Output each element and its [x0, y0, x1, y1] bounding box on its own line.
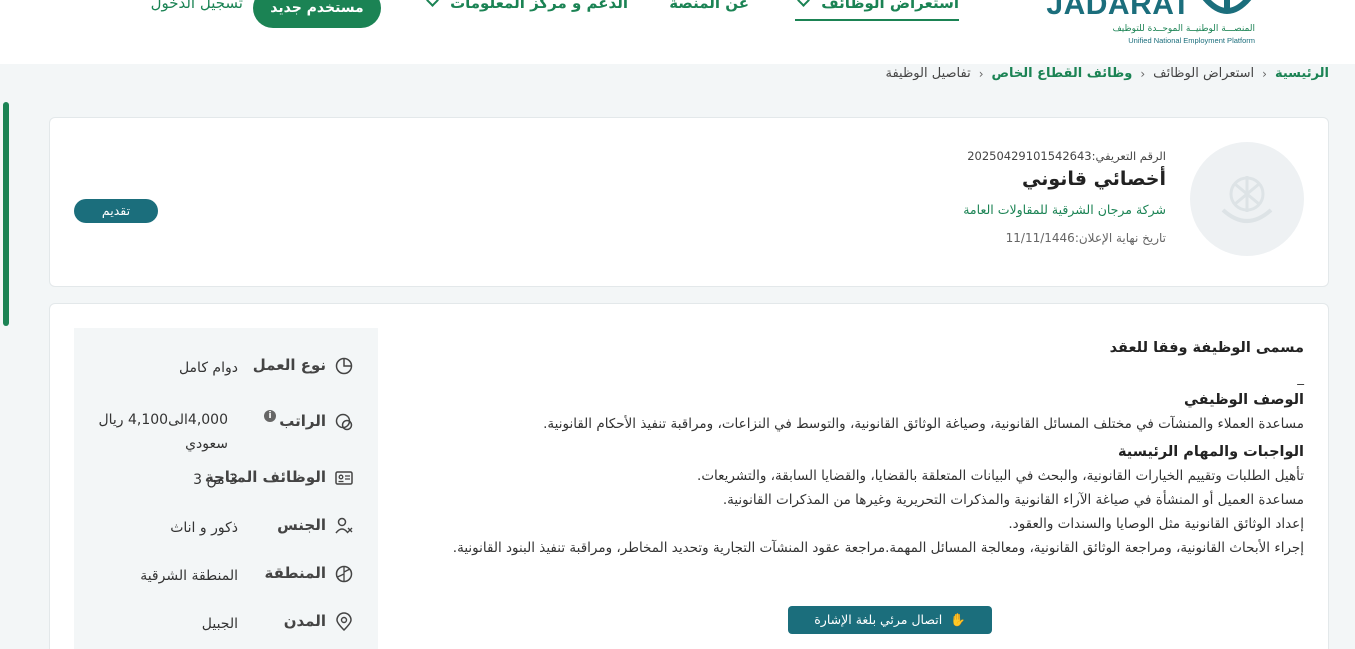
page-scrollbar[interactable] — [0, 64, 12, 649]
announcement-deadline: تاريخ نهاية الإعلان:11/11/1446 — [1006, 231, 1166, 245]
breadcrumb-current: تفاصيل الوظيفة — [885, 66, 971, 81]
salary-value: 4,000الى4,100 ريال سعودي — [98, 412, 228, 452]
attribute-salary: الراتب i 4,000الى4,100 ريال سعودي — [74, 410, 378, 464]
contract-title-value: _ — [1297, 370, 1304, 386]
vacancies-value: 3 من 3 — [193, 472, 238, 488]
company-avatar — [1190, 142, 1304, 256]
job-attributes-panel: نوع العمل دوام كامل الراتب i 4,000الى4,1… — [74, 328, 378, 649]
id-card-icon — [335, 471, 353, 485]
sign-language-call-button[interactable]: ✋ اتصال مرئي بلغة الإشارة — [788, 606, 992, 634]
job-reference-label: الرقم التعريفي: — [1091, 149, 1166, 163]
active-nav-underline — [795, 19, 959, 21]
salary-info-icon[interactable]: i — [264, 410, 276, 422]
description-heading: الوصف الوظيفي — [1183, 392, 1304, 408]
login-link[interactable]: تسجيل الدخول — [151, 0, 243, 12]
nav-jobs-label: استعراض الوظائف — [821, 0, 959, 12]
chevron-down-icon — [797, 0, 810, 7]
logo-arabic-tagline: المنصـــة الوطنيــة الموحــدة للتوظيف — [1112, 24, 1255, 34]
salary-label: الراتب — [279, 412, 326, 430]
gender-label: الجنس — [277, 516, 326, 534]
palm-swords-emblem-icon — [1221, 176, 1273, 223]
scrollbar-thumb[interactable] — [3, 102, 9, 326]
description-text: مساعدة العملاء والمنشآت في مختلف المسائل… — [543, 416, 1304, 432]
top-header: JADARAT المنصـــة الوطنيــة الموحــدة لل… — [0, 0, 1355, 64]
nav-support-label: الدعم و مركز المعلومات — [450, 0, 628, 12]
logo-wordmark: JADARAT — [1046, 0, 1191, 21]
work-type-label: نوع العمل — [252, 356, 326, 374]
job-details-card: نوع العمل دوام كامل الراتب i 4,000الى4,1… — [49, 303, 1329, 649]
duties-heading: الواجبات والمهام الرئيسية — [1117, 444, 1304, 460]
city-label: المدن — [283, 612, 326, 630]
jadarat-logo[interactable]: JADARAT المنصـــة الوطنيــة الموحــدة لل… — [1046, 0, 1255, 50]
nav-about-link[interactable]: عن المنصة — [669, 0, 749, 18]
nav-support-menu[interactable]: الدعم و مركز المعلومات — [425, 0, 628, 18]
breadcrumb-private-jobs[interactable]: وظائف القطاع الخاص — [992, 66, 1133, 81]
city-value: الجبيل — [201, 616, 238, 632]
register-button[interactable]: مستخدم جديد — [253, 0, 381, 28]
hand-sign-icon: ✋ — [950, 612, 966, 627]
chevron-down-icon — [425, 0, 439, 7]
duty-item: إجراء الأبحاث القانونية، ومراجعة الوثائق… — [452, 540, 1304, 556]
attribute-gender: الجنس ذكور و اناث — [74, 516, 378, 564]
job-description-content: مسمى الوظيفة وفقا للعقد _ الوصف الوظيفي … — [404, 340, 1304, 560]
attribute-city: المدن الجبيل — [74, 612, 378, 649]
duty-item: مساعدة العميل أو المنشأة في صياغة الآراء… — [722, 492, 1304, 508]
location-pin-icon — [336, 612, 352, 632]
duty-item: تأهيل الطلبات وتقييم الخيارات القانونية،… — [697, 468, 1304, 484]
deadline-date: 11/11/1446 — [1005, 231, 1075, 245]
work-type-value: دوام كامل — [178, 360, 238, 376]
palm-swords-emblem-icon — [1202, 0, 1252, 14]
gender-value: ذكور و اناث — [170, 520, 238, 536]
users-icon — [335, 517, 353, 534]
nav-jobs-menu[interactable]: استعراض الوظائف — [797, 0, 959, 18]
apply-button[interactable]: تقديم — [74, 199, 158, 223]
logo-english-tagline: Unified National Employment Platform — [1128, 36, 1255, 45]
pie-chart-icon — [335, 357, 353, 375]
breadcrumb-jobs[interactable]: استعراض الوظائف — [1153, 66, 1254, 81]
region-value: المنطقة الشرقية — [140, 568, 238, 584]
breadcrumb-chevron-icon: ‹ — [1140, 66, 1146, 81]
job-title: أخصائي قانوني — [1021, 168, 1166, 190]
attribute-region: المنطقة المنطقة الشرقية — [74, 564, 378, 612]
deadline-label: تاريخ نهاية الإعلان: — [1074, 231, 1166, 245]
attribute-vacancies: الوظائف المتاحة 3 من 3 — [74, 468, 378, 516]
job-reference-number: 20250429101542643 — [967, 149, 1092, 163]
region-label: المنطقة — [264, 564, 326, 582]
attribute-work-type: نوع العمل دوام كامل — [74, 356, 378, 404]
job-summary-card: الرقم التعريفي:20250429101542643 أخصائي … — [49, 117, 1329, 287]
breadcrumb-home[interactable]: الرئيسية — [1275, 66, 1329, 81]
breadcrumb: الرئيسية ‹ استعراض الوظائف ‹ وظائف القطا… — [885, 66, 1329, 81]
duties-list: تأهيل الطلبات وتقييم الخيارات القانونية،… — [404, 464, 1304, 560]
duty-item: إعداد الوثائق القانونية مثل الوصايا والس… — [1008, 516, 1304, 532]
job-reference: الرقم التعريفي:20250429101542643 — [967, 149, 1166, 163]
breadcrumb-chevron-icon: ‹ — [978, 66, 984, 81]
breadcrumb-chevron-icon: ‹ — [1262, 66, 1267, 81]
money-coins-icon — [335, 413, 353, 431]
contract-title-heading: مسمى الوظيفة وفقا للعقد — [1109, 340, 1304, 356]
sign-language-label: اتصال مرئي بلغة الإشارة — [814, 612, 943, 627]
company-name-link[interactable]: شركة مرجان الشرقية للمقاولات العامة — [963, 202, 1166, 217]
map-region-icon — [335, 565, 353, 583]
